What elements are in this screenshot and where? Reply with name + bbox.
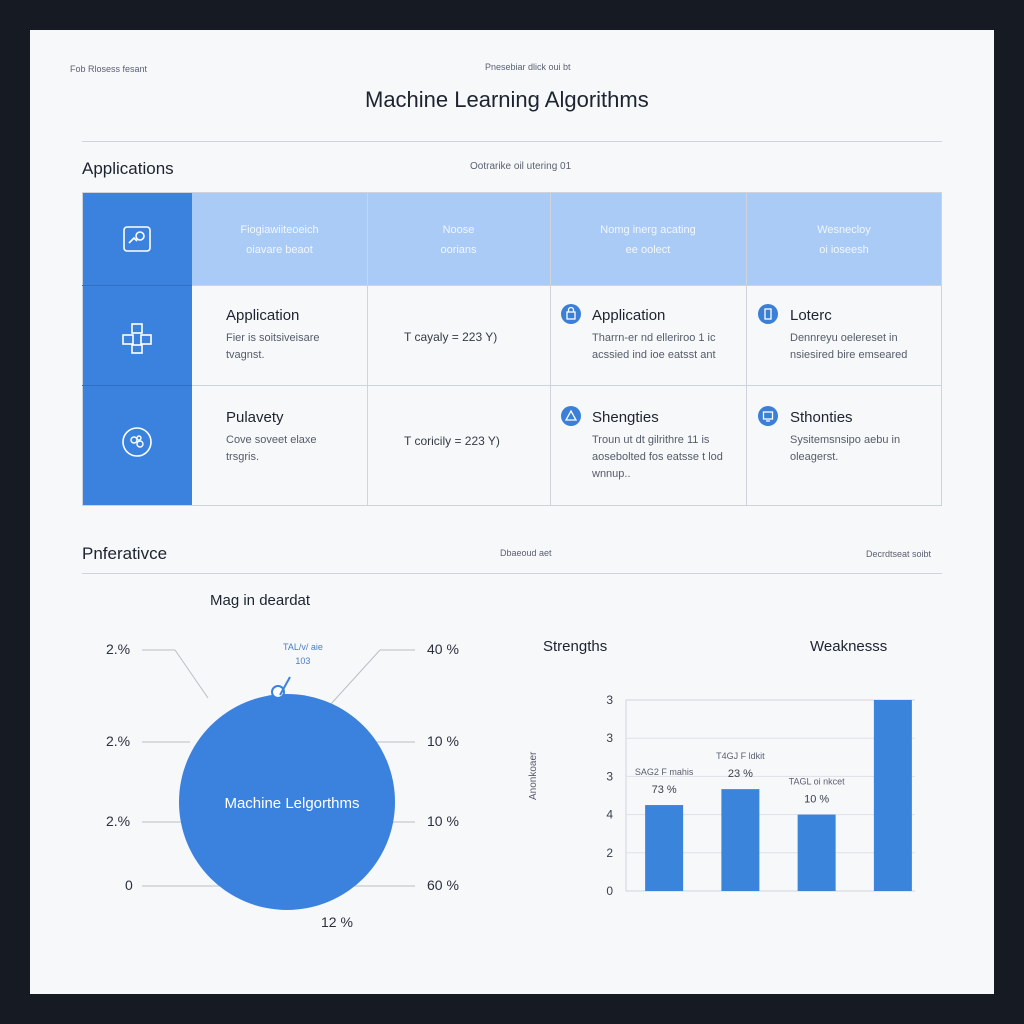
table-row-1-col4: Loterc Dennreyu oelereset in nsiesired b… [790, 307, 907, 364]
table-row-2-col4: Sthonties Sysitemsnsipo aebu in oleagers… [790, 409, 900, 466]
bar-data-label: TAGL oi nkcet [789, 777, 846, 787]
header-cell-line: Nomg inerg acating [600, 224, 696, 236]
pie-bottom-label: 12 % [321, 914, 353, 930]
bar-ytick-label: 3 [606, 769, 613, 783]
cell-title: Sthonties [790, 409, 853, 426]
lock-icon [561, 304, 581, 324]
cell-desc: Fier is soitsiveisare [226, 332, 320, 344]
icon-divider [82, 385, 192, 386]
table-row-1-name: Application Fier is soitsiveisare tvagns… [226, 307, 320, 364]
cell-desc: aosebolted fos eatsse t lod [592, 451, 723, 463]
cell-desc: Cove soveet elaxe [226, 434, 317, 446]
table-divider [192, 385, 942, 386]
pie-callout-line: 103 [295, 656, 311, 666]
header-center-tag: Pnesebiar dlick oui bt [485, 62, 571, 72]
bar-chart-title-left: Strengths [543, 638, 608, 655]
bar-ytick-label: 4 [606, 808, 613, 822]
cell-title: Pulavety [226, 409, 284, 426]
bar-ytick-label: 0 [606, 884, 613, 898]
bar-ytick-label: 3 [606, 731, 613, 745]
pie-right-label: 60 % [427, 877, 459, 893]
performance-subtitle-right: Decrdtseat soibt [866, 549, 932, 559]
performance-title: Pnferativce [82, 544, 168, 563]
pie-callout-line: TAL/v/ aie [283, 642, 323, 652]
pie-slice-label: Machine Lelgorthms [224, 795, 360, 812]
table-row-2-col3: Shengties Troun ut dt gilrithre 11 is ao… [592, 409, 723, 483]
bar-data-label: T4GJ F ldkit [716, 751, 765, 761]
bar-data-value: 23 % [728, 768, 753, 780]
cell-title: Shengties [592, 409, 659, 426]
pie-right-label: 40 % [427, 641, 459, 657]
bar-data-value: 73 % [652, 784, 677, 796]
bar-ytick-label: 3 [606, 693, 613, 707]
pie-left-label: 0 [125, 877, 133, 893]
cell-title: Loterc [790, 307, 832, 324]
bar-data-value: 10 % [804, 794, 829, 806]
bar-ytick-label: 2 [606, 846, 613, 860]
cell-desc: acssied ind ioe eatsst ant [592, 349, 716, 361]
pie-left-label: 2.% [106, 641, 131, 657]
bar [645, 805, 684, 891]
header-cell-line: oi ioseesh [819, 244, 869, 256]
cell-desc: Dennreyu oelereset in [790, 332, 898, 344]
cell-title: Application [592, 307, 666, 324]
network-blocks-icon [122, 323, 152, 354]
bar [797, 814, 836, 891]
performance-divider [82, 573, 942, 574]
infographic-sheet: Fob Rlosess fesant Pnesebiar dlick oui b… [30, 30, 994, 994]
header-cell-line: Noose [442, 224, 475, 236]
applications-subtitle: Ootrarike oil utering 01 [470, 161, 572, 172]
header-cell: Wesnecloy oi ioseesh [746, 220, 942, 260]
table-divider [192, 285, 942, 286]
puzzle-frame-icon [123, 226, 151, 252]
header-cell: Noose oorians [367, 220, 550, 260]
table-row-1-col3: Application Tharrn-er nd elleriroo 1 ic … [592, 307, 716, 364]
bar-data-label: SAG2 F mahis [635, 767, 694, 777]
cell-desc: oleagerst. [790, 451, 839, 463]
header-cell-line: Wesnecloy [817, 224, 871, 236]
applications-title: Applications [82, 159, 174, 178]
cell-desc: nsiesired bire emseared [790, 349, 908, 361]
pie-left-label: 2.% [106, 813, 131, 829]
header-cell-line: oiavare beaot [246, 244, 313, 256]
warning-icon [561, 406, 581, 426]
cell-desc: trsgris. [226, 451, 259, 463]
pie-callout: TAL/v/ aie 103 [283, 640, 323, 668]
monitor-icon [758, 406, 778, 426]
page-title: Machine Learning Algorithms [365, 87, 649, 112]
cell-desc: wnnup.. [592, 468, 631, 480]
header-cell: Nomg inerg acating ee oolect [550, 220, 746, 260]
pie-chart-title: Mag in deardat [210, 592, 311, 609]
pie-right-label: 10 % [427, 733, 459, 749]
pie-right-label: 10 % [427, 813, 459, 829]
header-cell-line: ee oolect [625, 244, 671, 256]
table-row-2-formula: T coricily = 223 Y) [404, 434, 500, 448]
cell-desc: Sysitemsnsipo aebu in [790, 434, 901, 446]
brain-circle-icon [122, 427, 152, 457]
cell-desc: Tharrn-er nd elleriroo 1 ic [592, 332, 716, 344]
bar [873, 700, 912, 891]
title-divider [82, 141, 942, 142]
table-row-1-formula: T cayaly = 223 Y) [404, 330, 498, 344]
cell-desc: Troun ut dt gilrithre 11 is [592, 434, 710, 446]
bar-chart-title-right: Weaknesss [810, 638, 888, 655]
cell-title: Application [226, 307, 300, 324]
header-cell: Fiogiawiiteoeich oiavare beaot [192, 220, 367, 260]
bar-chart: 333420 40 %40 %50.%50 % SAG2 F mahis73 %… [606, 693, 915, 898]
document-icon [758, 304, 778, 324]
cell-desc: tvagnst. [226, 349, 265, 361]
pie-left-label: 2.% [106, 733, 131, 749]
bar [721, 789, 760, 891]
table-row-2-name: Pulavety Cove soveet elaxe trsgris. [226, 409, 317, 466]
header-cell-line: oorians [440, 244, 477, 256]
icon-divider [82, 285, 192, 286]
performance-subtitle-center: Dbaeoud aet [500, 548, 552, 558]
header-cell-line: Fiogiawiiteoeich [240, 224, 319, 236]
header-left-tag: Fob Rlosess fesant [70, 64, 148, 74]
